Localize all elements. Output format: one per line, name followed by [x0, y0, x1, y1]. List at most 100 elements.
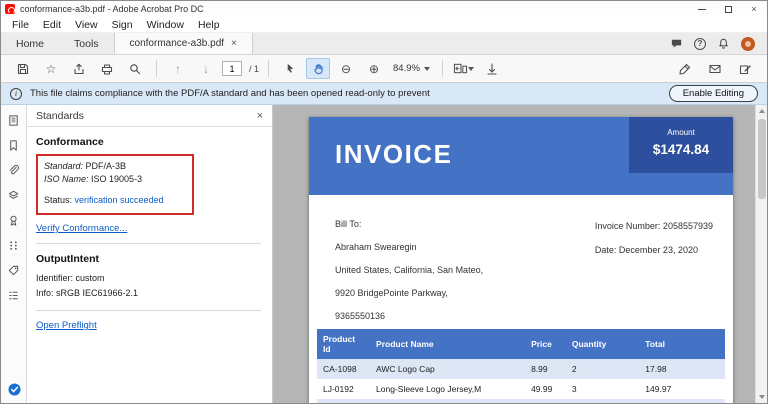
tab-home[interactable]: Home	[1, 33, 59, 54]
tab-tools[interactable]: Tools	[59, 33, 114, 54]
close-panel-icon[interactable]: ×	[257, 110, 263, 122]
bill-line: 9365550136	[335, 311, 386, 321]
verify-conformance-link[interactable]: Verify Conformance...	[36, 223, 127, 234]
previous-page-button[interactable]: ↑	[166, 58, 190, 79]
menu-help[interactable]: Help	[191, 18, 227, 32]
hand-tool-button[interactable]	[306, 58, 331, 79]
close-tab-icon[interactable]: ×	[231, 38, 237, 49]
bill-line: 9920 BridgePointe Parkway,	[335, 288, 448, 298]
page-up-icon: ↑	[175, 61, 181, 76]
maximize-icon	[724, 5, 732, 13]
menu-view[interactable]: View	[68, 18, 105, 32]
bill-line: Abraham Swearegin	[335, 242, 417, 252]
search-button[interactable]	[123, 58, 147, 79]
document-tab-label: conformance-a3b.pdf	[129, 38, 225, 49]
notification-message: This file claims compliance with the PDF…	[30, 88, 430, 99]
panel-divider	[36, 243, 261, 244]
invoice-table: Product Id Product Name Price Quantity T…	[317, 329, 725, 403]
toolbar-separator	[441, 60, 443, 77]
fill-sign-button[interactable]	[673, 58, 697, 79]
next-page-button[interactable]: ↓	[194, 58, 218, 79]
table-row: LJ-0192 Long-Sleeve Logo Jersey,M 49.99 …	[323, 384, 672, 394]
zoom-level-value: 84.9%	[393, 63, 420, 74]
notification-bar: i This file claims compliance with the P…	[1, 83, 767, 105]
scroll-up-arrow[interactable]	[756, 105, 767, 117]
minimize-button[interactable]	[689, 1, 715, 17]
layers-icon[interactable]	[6, 187, 22, 203]
zoom-out-icon: ⊖	[340, 61, 352, 76]
comments-icon[interactable]	[670, 37, 683, 50]
acrobat-window: conformance-a3b.pdf - Adobe Acrobat Pro …	[0, 0, 768, 404]
content-area: Standards × Conformance Standard: PDF/A-…	[1, 105, 767, 403]
accessibility-tags-icon[interactable]	[6, 237, 22, 253]
triangle-up-icon	[759, 109, 765, 113]
invoice-amount-box: Amount $1474.84	[629, 117, 733, 173]
invoice-number: Invoice Number: 2058557939	[594, 221, 713, 231]
print-button[interactable]	[95, 58, 119, 79]
standards-panel: Standards × Conformance Standard: PDF/A-…	[27, 105, 273, 403]
zoom-out-button[interactable]: ⊖	[334, 58, 358, 79]
acrobat-app-icon	[5, 4, 15, 14]
toolbar: ☆ ↑ ↓ / 1 ⊖ ⊕ 84.9%	[1, 55, 767, 83]
scrollbar-thumb[interactable]	[758, 119, 766, 199]
amount-label: Amount	[667, 128, 695, 137]
select-tool-button[interactable]	[278, 58, 302, 79]
fit-page-dropdown[interactable]	[452, 58, 476, 79]
page-thumbnails-icon[interactable]	[6, 112, 22, 128]
tags-icon[interactable]	[6, 262, 22, 278]
menu-file[interactable]: File	[5, 18, 36, 32]
save-button[interactable]	[11, 58, 35, 79]
bill-to-block: Bill To: Abraham Swearegin United States…	[335, 219, 483, 334]
close-window-button[interactable]: ×	[741, 1, 767, 17]
edit-pdf-button[interactable]	[733, 58, 757, 79]
standard-row: Standard: PDF/A-3B	[44, 161, 127, 171]
page-down-icon: ↓	[203, 61, 209, 76]
conformance-annotation-box: Standard: PDF/A-3B ISO Name: ISO 19005-3…	[36, 154, 194, 215]
vertical-scrollbar[interactable]	[755, 105, 767, 403]
scroll-mode-button[interactable]	[480, 58, 504, 79]
maximize-button[interactable]	[715, 1, 741, 17]
signatures-icon[interactable]	[6, 212, 22, 228]
zoom-level-dropdown[interactable]: 84.9%	[390, 63, 433, 74]
bill-line: United States, California, San Mateo,	[335, 265, 484, 275]
menu-sign[interactable]: Sign	[105, 18, 140, 32]
share-button[interactable]	[67, 58, 91, 79]
email-button[interactable]	[703, 58, 727, 79]
attachments-icon[interactable]	[6, 162, 22, 178]
status-row: Status: verification succeeded	[44, 195, 164, 205]
notifications-bell-icon[interactable]	[717, 37, 730, 50]
toolbar-separator	[268, 60, 270, 77]
tab-document[interactable]: conformance-a3b.pdf ×	[113, 33, 253, 54]
standards-panel-icon[interactable]	[6, 381, 22, 397]
triangle-down-icon	[759, 395, 765, 399]
page-count-label: / 1	[249, 63, 260, 74]
zoom-in-icon: ⊕	[368, 61, 380, 76]
invoice-date: Date: December 23, 2020	[594, 245, 698, 255]
bill-to-label: Bill To:	[335, 219, 362, 229]
page-number-input[interactable]	[222, 61, 242, 76]
scroll-down-arrow[interactable]	[756, 391, 767, 403]
bookmarks-icon[interactable]	[6, 137, 22, 153]
content-order-icon[interactable]	[6, 287, 22, 303]
invoice-title: INVOICE	[335, 139, 453, 169]
help-icon[interactable]: ?	[694, 37, 706, 50]
window-title: conformance-a3b.pdf - Adobe Acrobat Pro …	[20, 4, 204, 14]
user-avatar[interactable]	[741, 36, 755, 51]
chevron-down-icon	[468, 66, 475, 71]
enable-editing-button[interactable]: Enable Editing	[668, 85, 758, 102]
pdf-page: INVOICE Amount $1474.84 Bill To: Abraham…	[309, 117, 733, 403]
amount-value: $1474.84	[652, 142, 710, 157]
identifier-row: Identifier: custom	[36, 273, 105, 283]
iso-name-row: ISO Name: ISO 19005-3	[44, 174, 143, 184]
document-area[interactable]: INVOICE Amount $1474.84 Bill To: Abraham…	[273, 105, 755, 403]
toolbar-separator	[156, 60, 157, 77]
info-row: Info: sRGB IEC61966-2.1	[36, 288, 139, 298]
favorite-star-button[interactable]: ☆	[39, 58, 63, 79]
output-intent-heading: OutputIntent	[36, 253, 99, 265]
tab-bar: Home Tools conformance-a3b.pdf × ?	[1, 33, 767, 55]
open-preflight-link[interactable]: Open Preflight	[36, 320, 97, 331]
zoom-in-button[interactable]: ⊕	[362, 58, 386, 79]
menu-window[interactable]: Window	[140, 18, 191, 32]
menu-edit[interactable]: Edit	[36, 18, 68, 32]
menu-bar: File Edit View Sign Window Help	[1, 17, 767, 33]
